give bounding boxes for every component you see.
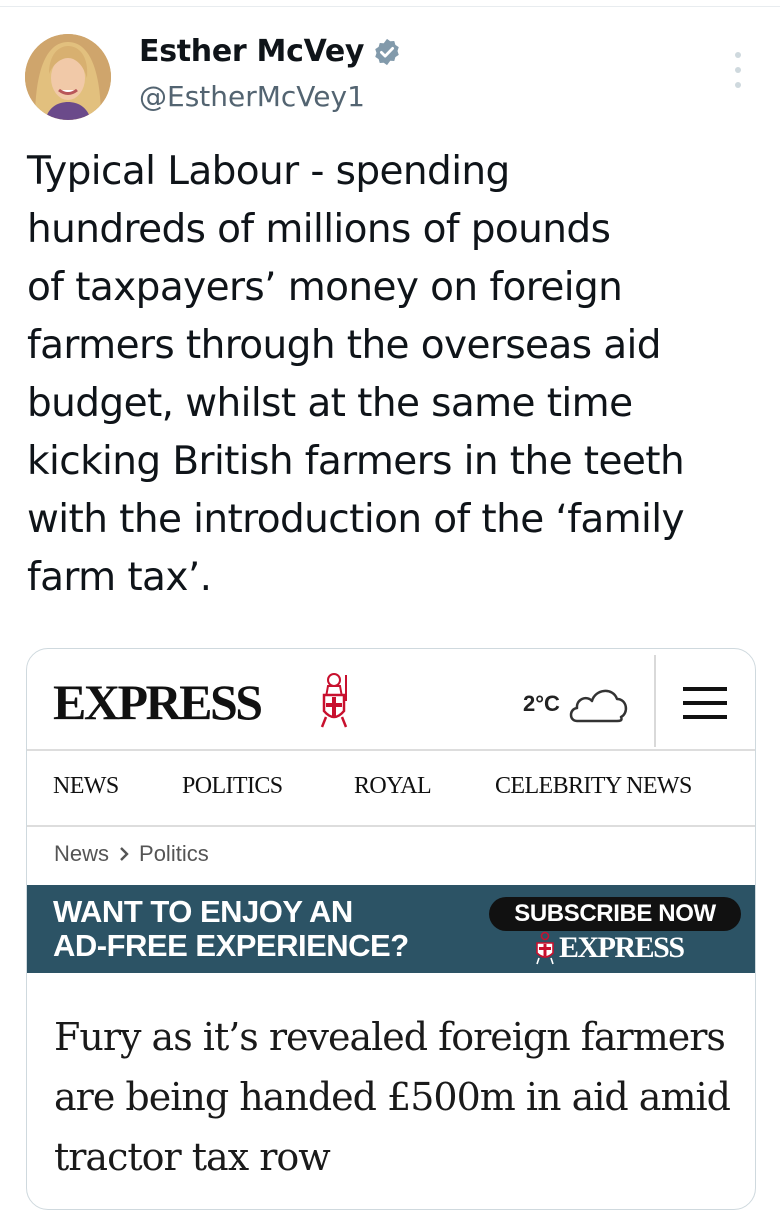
banner-logo-text: EXPRESS	[559, 931, 685, 964]
verified-badge-icon	[372, 37, 402, 67]
avatar[interactable]	[25, 34, 111, 120]
nav-rule	[27, 825, 755, 827]
crusader-logo-icon	[320, 673, 348, 728]
nav-item-royal[interactable]: ROYAL	[354, 773, 432, 800]
top-divider	[0, 6, 780, 7]
nav-item-politics[interactable]: POLITICS	[182, 773, 283, 800]
breadcrumb-news[interactable]: News	[54, 841, 109, 867]
nav-item-celebrity-news[interactable]: CELEBRITY NEWS	[495, 773, 692, 800]
article-headline[interactable]: Fury as it’s revealed foreign farmers ar…	[54, 1007, 734, 1187]
crusader-logo-icon	[536, 931, 554, 965]
more-options-icon[interactable]	[728, 52, 748, 88]
nav-item-news[interactable]: NEWS	[53, 773, 119, 800]
author-row: Esther McVey	[139, 34, 402, 69]
hamburger-menu-icon[interactable]	[683, 687, 727, 719]
breadcrumb-politics[interactable]: Politics	[139, 841, 209, 867]
author-name[interactable]: Esther McVey	[139, 34, 364, 69]
link-preview-card[interactable]: EXPRESS 2°C NEWS POLITICS ROYAL CELEBRIT…	[26, 648, 756, 1210]
cloud-weather-icon	[569, 689, 628, 723]
subscribe-now-button[interactable]: SUBSCRIBE NOW	[489, 897, 741, 931]
express-logo[interactable]: EXPRESS	[53, 673, 263, 731]
express-header: EXPRESS 2°C	[27, 649, 755, 749]
author-handle[interactable]: @EstherMcVey1	[139, 80, 365, 113]
banner-express-logo: EXPRESS	[533, 931, 685, 965]
breadcrumb: News Politics	[54, 841, 209, 867]
banner-text: WANT TO ENJOY AN AD-FREE EXPERIENCE?	[53, 894, 409, 963]
subscribe-banner[interactable]: WANT TO ENJOY AN AD-FREE EXPERIENCE? SUB…	[27, 885, 755, 973]
chevron-right-icon	[120, 847, 129, 861]
header-divider	[654, 655, 656, 747]
tweet-text: Typical Labour - spending hundreds of mi…	[27, 149, 685, 600]
temperature: 2°C	[523, 691, 560, 716]
express-nav: NEWS POLITICS ROYAL CELEBRITY NEWS	[27, 751, 755, 825]
